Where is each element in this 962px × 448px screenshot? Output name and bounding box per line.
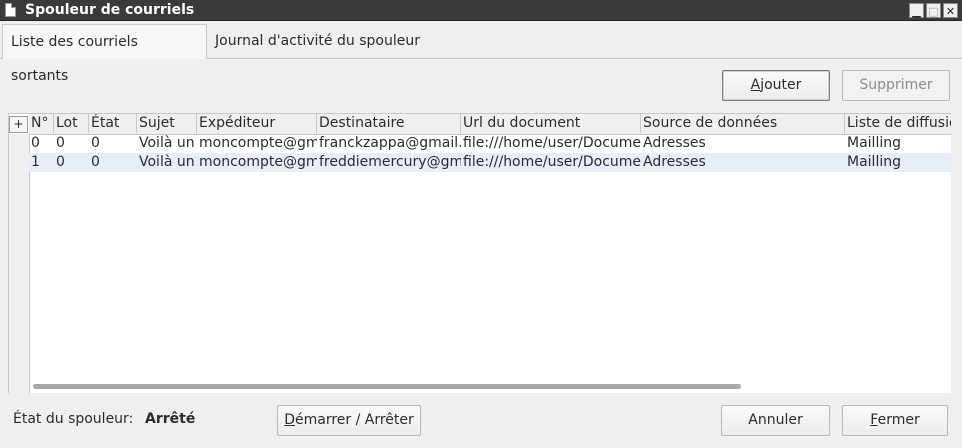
column-header-number[interactable]: N° bbox=[29, 114, 54, 133]
cell-subject: Voilà un bbox=[139, 135, 195, 151]
add-button[interactable]: Ajouter bbox=[722, 70, 830, 101]
row-header-column bbox=[9, 134, 30, 393]
scrollbar-thumb[interactable] bbox=[33, 384, 741, 389]
expand-icon[interactable]: + bbox=[9, 116, 28, 133]
title-bar[interactable]: Spouleur de courriels ▁ □ ✕ bbox=[0, 0, 962, 21]
delete-button-label: Supprimer bbox=[859, 77, 933, 93]
close-window-button[interactable]: ✕ bbox=[943, 3, 958, 18]
column-header-mailing-list[interactable]: Liste de diffusion bbox=[845, 114, 951, 133]
close-button-label: ermer bbox=[877, 412, 920, 428]
start-stop-button[interactable]: Démarrer / Arrêter bbox=[277, 405, 421, 436]
cell-sender: moncompte@gm bbox=[199, 154, 317, 170]
cell-state: 0 bbox=[91, 135, 100, 151]
cell-mailing-list: Mailling bbox=[847, 135, 901, 151]
delete-button[interactable]: Supprimer bbox=[842, 70, 950, 101]
spooler-status-label: État du spouleur: bbox=[13, 411, 134, 427]
maximize-button[interactable]: □ bbox=[926, 3, 941, 18]
close-button-mnemonic: F bbox=[870, 412, 878, 428]
table-row[interactable]: 0 0 0 Voilà un moncompte@gm franckzappa@… bbox=[29, 134, 951, 153]
cell-data-source: Adresses bbox=[643, 154, 706, 170]
tab-bar: Liste des courriels sortants Journal d'a… bbox=[0, 22, 962, 84]
column-header-row: N° Lot État Sujet Expéditeur Destinatair… bbox=[29, 114, 951, 135]
column-header-subject[interactable]: Sujet bbox=[137, 114, 197, 133]
cell-recipient: franckzappa@gmail. bbox=[319, 135, 461, 151]
cell-document-url: file:///home/user/Docume bbox=[463, 135, 641, 151]
tab-outgoing-list[interactable]: Liste des courriels sortants bbox=[2, 24, 207, 84]
cell-mailing-list: Mailling bbox=[847, 154, 901, 170]
column-header-document-url[interactable]: Url du document bbox=[461, 114, 641, 133]
cell-state: 0 bbox=[91, 154, 100, 170]
document-icon bbox=[5, 3, 16, 17]
add-button-mnemonic: A bbox=[750, 77, 761, 93]
column-header-batch[interactable]: Lot bbox=[54, 114, 89, 133]
start-stop-label: émarrer / Arrêter bbox=[295, 412, 414, 428]
cell-number: 0 bbox=[31, 135, 40, 151]
window-title: Spouleur de courriels bbox=[25, 2, 195, 18]
column-header-state[interactable]: État bbox=[89, 114, 137, 133]
table-row[interactable]: 1 0 0 Voilà un moncompte@gm freddiemercu… bbox=[29, 153, 951, 172]
column-header-sender[interactable]: Expéditeur bbox=[197, 114, 317, 133]
cell-document-url: file:///home/user/Docume bbox=[463, 154, 641, 170]
cell-batch: 0 bbox=[56, 154, 65, 170]
cancel-button-label: Annuler bbox=[748, 412, 803, 428]
cancel-button[interactable]: Annuler bbox=[721, 405, 830, 436]
cell-number: 1 bbox=[31, 154, 40, 170]
start-stop-mnemonic: D bbox=[284, 412, 295, 428]
cell-sender: moncompte@gm bbox=[199, 135, 317, 151]
close-button[interactable]: Fermer bbox=[842, 405, 948, 436]
cell-subject: Voilà un bbox=[139, 154, 195, 170]
minimize-button[interactable]: ▁ bbox=[909, 3, 924, 18]
column-header-recipient[interactable]: Destinataire bbox=[317, 114, 461, 133]
horizontal-scrollbar[interactable] bbox=[29, 383, 951, 391]
mail-grid[interactable]: + N° Lot État Sujet Expéditeur Destinata… bbox=[8, 113, 951, 393]
cell-recipient: freddiemercury@gm bbox=[319, 154, 461, 170]
column-header-data-source[interactable]: Source de données bbox=[641, 114, 845, 133]
cell-batch: 0 bbox=[56, 135, 65, 151]
cell-data-source: Adresses bbox=[643, 135, 706, 151]
add-button-label: jouter bbox=[760, 77, 802, 93]
tab-activity-log[interactable]: Journal d'activité du spouleur bbox=[207, 24, 428, 58]
spooler-status-value: Arrêté bbox=[145, 411, 196, 427]
